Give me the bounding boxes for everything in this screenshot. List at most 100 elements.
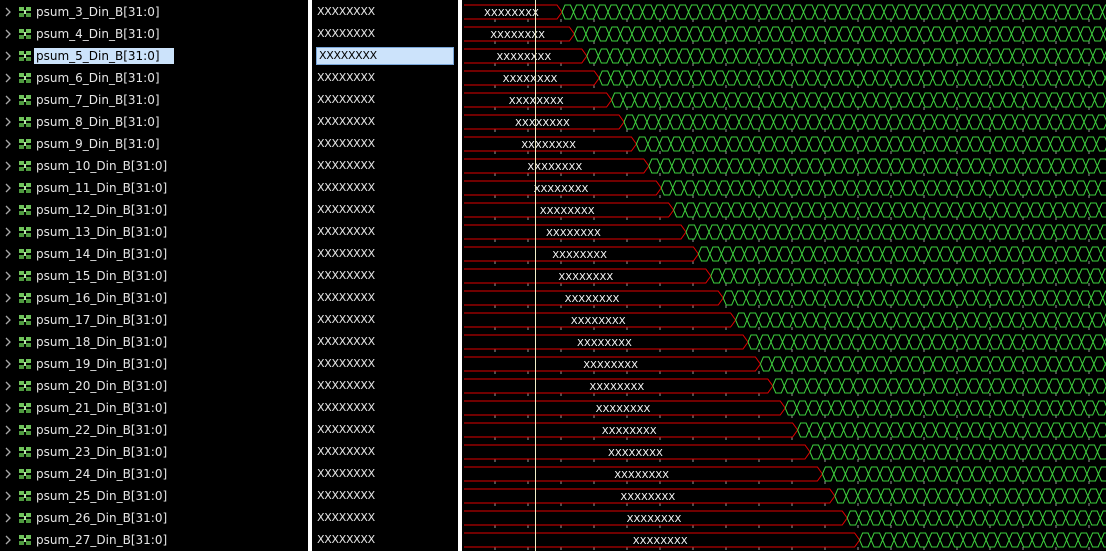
bus-toggling-waveform[interactable] xyxy=(759,356,1106,372)
signal-row[interactable]: psum_26_Din_B[31:0] xyxy=(0,507,308,529)
chevron-right-icon[interactable] xyxy=(3,204,13,216)
signal-value-row[interactable]: XXXXXXXX xyxy=(312,67,458,89)
chevron-right-icon[interactable] xyxy=(3,94,13,106)
signal-row[interactable]: psum_8_Din_B[31:0] xyxy=(0,111,308,133)
signal-value-row[interactable]: XXXXXXXX xyxy=(312,375,458,397)
bus-toggling-waveform[interactable] xyxy=(834,488,1106,504)
chevron-right-icon[interactable] xyxy=(3,72,13,84)
signal-row[interactable]: psum_5_Din_B[31:0] xyxy=(0,45,308,67)
chevron-right-icon[interactable] xyxy=(3,160,13,172)
signal-row[interactable]: psum_13_Din_B[31:0] xyxy=(0,221,308,243)
bus-toggling-waveform[interactable] xyxy=(685,224,1106,240)
chevron-right-icon[interactable] xyxy=(3,248,13,260)
waveform-canvas[interactable]: XXXXXXXX XXXXXXXX XXXXXXXX XXXXXXXX XXXXXXXX… xyxy=(462,0,1106,551)
signal-value-row[interactable]: XXXXXXXX xyxy=(312,287,458,309)
chevron-right-icon[interactable] xyxy=(3,468,13,480)
signal-value-row[interactable]: XXXXXXXX xyxy=(312,507,458,529)
signal-value-row[interactable]: XXXXXXXX xyxy=(312,485,458,507)
chevron-right-icon[interactable] xyxy=(3,446,13,458)
bus-toggling-waveform[interactable] xyxy=(809,444,1106,460)
signal-value-row[interactable]: XXXXXXXX xyxy=(312,331,458,353)
chevron-right-icon[interactable] xyxy=(3,270,13,282)
signal-row[interactable]: psum_17_Din_B[31:0] xyxy=(0,309,308,331)
signal-row[interactable]: psum_24_Din_B[31:0] xyxy=(0,463,308,485)
signal-row[interactable]: psum_22_Din_B[31:0] xyxy=(0,419,308,441)
bus-toggling-waveform[interactable] xyxy=(772,378,1106,394)
chevron-right-icon[interactable] xyxy=(3,138,13,150)
bus-toggling-waveform[interactable] xyxy=(648,158,1106,174)
signal-row[interactable]: psum_18_Din_B[31:0] xyxy=(0,331,308,353)
bus-toggling-waveform[interactable] xyxy=(598,70,1106,86)
bus-toggling-waveform[interactable] xyxy=(611,92,1106,108)
bus-toggling-waveform[interactable] xyxy=(710,268,1106,284)
chevron-right-icon[interactable] xyxy=(3,402,13,414)
signal-value-row[interactable]: XXXXXXXX xyxy=(312,155,458,177)
signal-row[interactable]: psum_6_Din_B[31:0] xyxy=(0,67,308,89)
bus-toggling-waveform[interactable] xyxy=(623,114,1106,130)
chevron-right-icon[interactable] xyxy=(3,358,13,370)
bus-toggling-waveform[interactable] xyxy=(573,26,1106,42)
signal-value-row[interactable]: XXXXXXXX xyxy=(312,23,458,45)
signal-row[interactable]: psum_27_Din_B[31:0] xyxy=(0,529,308,551)
signal-value-row[interactable]: XXXXXXXX xyxy=(312,243,458,265)
signal-value-row[interactable]: XXXXXXXX xyxy=(312,89,458,111)
chevron-right-icon[interactable] xyxy=(3,512,13,524)
chevron-right-icon[interactable] xyxy=(3,534,13,546)
signal-row[interactable]: psum_12_Din_B[31:0] xyxy=(0,199,308,221)
bus-toggling-waveform[interactable] xyxy=(846,510,1106,526)
signal-row[interactable]: psum_4_Din_B[31:0] xyxy=(0,23,308,45)
signal-value-row[interactable]: XXXXXXXX xyxy=(312,353,458,375)
signal-value-row[interactable]: XXXXXXXX xyxy=(312,265,458,287)
signal-row[interactable]: psum_21_Din_B[31:0] xyxy=(0,397,308,419)
signal-value-row[interactable]: XXXXXXXX xyxy=(312,397,458,419)
signal-value-row[interactable]: XXXXXXXX xyxy=(312,45,458,67)
signal-value-row[interactable]: XXXXXXXX xyxy=(312,221,458,243)
waveform-pane[interactable]: XXXXXXXX XXXXXXXX XXXXXXXX XXXXXXXX XXXXXXXX… xyxy=(462,0,1106,551)
bus-toggling-waveform[interactable] xyxy=(697,246,1106,262)
bus-toggling-waveform[interactable] xyxy=(561,4,1106,20)
signal-row[interactable]: psum_10_Din_B[31:0] xyxy=(0,155,308,177)
signal-row[interactable]: psum_9_Din_B[31:0] xyxy=(0,133,308,155)
bus-toggling-waveform[interactable] xyxy=(735,312,1106,328)
chevron-right-icon[interactable] xyxy=(3,6,13,18)
chevron-right-icon[interactable] xyxy=(3,490,13,502)
signal-row[interactable]: psum_7_Din_B[31:0] xyxy=(0,89,308,111)
signal-row[interactable]: psum_23_Din_B[31:0] xyxy=(0,441,308,463)
chevron-right-icon[interactable] xyxy=(3,116,13,128)
signal-value-row[interactable]: XXXXXXXX xyxy=(312,529,458,551)
chevron-right-icon[interactable] xyxy=(3,314,13,326)
signal-row[interactable]: psum_3_Din_B[31:0] xyxy=(0,1,308,23)
signal-row[interactable]: psum_16_Din_B[31:0] xyxy=(0,287,308,309)
chevron-right-icon[interactable] xyxy=(3,50,13,62)
signal-value-row[interactable]: XXXXXXXX xyxy=(312,177,458,199)
signal-row[interactable]: psum_19_Din_B[31:0] xyxy=(0,353,308,375)
signal-value-row[interactable]: XXXXXXXX xyxy=(312,1,458,23)
signal-value-row[interactable]: XXXXXXXX xyxy=(312,111,458,133)
chevron-right-icon[interactable] xyxy=(3,336,13,348)
signal-value-row[interactable]: XXXXXXXX xyxy=(312,463,458,485)
chevron-right-icon[interactable] xyxy=(3,424,13,436)
bus-toggling-waveform[interactable] xyxy=(797,422,1106,438)
chevron-right-icon[interactable] xyxy=(3,380,13,392)
bus-toggling-waveform[interactable] xyxy=(673,202,1106,218)
signal-value-row[interactable]: XXXXXXXX xyxy=(312,133,458,155)
signal-value-row[interactable]: XXXXXXXX xyxy=(312,309,458,331)
bus-toggling-waveform[interactable] xyxy=(747,334,1106,350)
bus-toggling-waveform[interactable] xyxy=(859,532,1106,548)
chevron-right-icon[interactable] xyxy=(3,28,13,40)
signal-row[interactable]: psum_11_Din_B[31:0] xyxy=(0,177,308,199)
bus-toggling-waveform[interactable] xyxy=(784,400,1106,416)
signal-value-row[interactable]: XXXXXXXX xyxy=(312,441,458,463)
bus-toggling-waveform[interactable] xyxy=(586,48,1106,64)
signal-value-row[interactable]: XXXXXXXX xyxy=(312,199,458,221)
chevron-right-icon[interactable] xyxy=(3,292,13,304)
bus-toggling-waveform[interactable] xyxy=(821,466,1106,482)
signal-value-row[interactable]: XXXXXXXX xyxy=(312,419,458,441)
signal-row[interactable]: psum_15_Din_B[31:0] xyxy=(0,265,308,287)
chevron-right-icon[interactable] xyxy=(3,182,13,194)
chevron-right-icon[interactable] xyxy=(3,226,13,238)
signal-row[interactable]: psum_20_Din_B[31:0] xyxy=(0,375,308,397)
signal-row[interactable]: psum_25_Din_B[31:0] xyxy=(0,485,308,507)
bus-toggling-waveform[interactable] xyxy=(722,290,1106,306)
bus-toggling-waveform[interactable] xyxy=(635,136,1106,152)
